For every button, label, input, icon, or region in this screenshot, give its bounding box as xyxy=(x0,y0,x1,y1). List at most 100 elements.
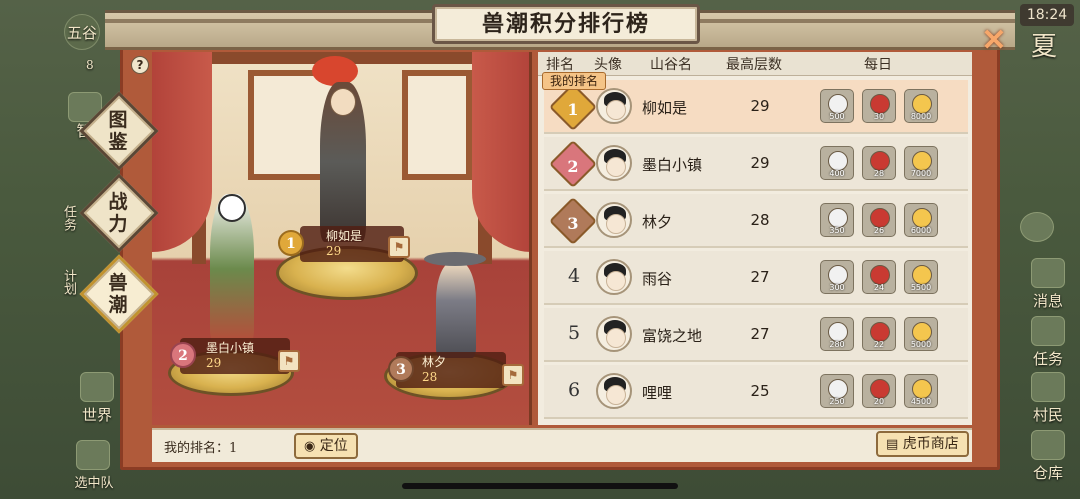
silver-coin-icon[interactable]: 400 xyxy=(820,146,854,180)
gold-coin-icon[interactable]: 6000 xyxy=(904,203,938,237)
table-row[interactable]: 4 雨谷 27 300 24 5500 xyxy=(544,251,968,305)
flower-button[interactable] xyxy=(1016,208,1056,248)
reward-amount: 500 xyxy=(829,112,845,121)
header-avatar: 头像 xyxy=(594,57,622,73)
podium-name: 墨白小镇 xyxy=(206,341,255,355)
question-icon[interactable]: ? xyxy=(131,56,149,74)
red-seal-icon[interactable]: 30 xyxy=(862,89,896,123)
valley-name: 林夕 xyxy=(642,213,673,231)
gold-coin-icon[interactable]: 5000 xyxy=(904,317,938,351)
silver-coin-icon[interactable]: 250 xyxy=(820,374,854,408)
table-row[interactable]: 1 柳如是 29 500 30 8000 xyxy=(544,80,968,134)
reward-amount: 250 xyxy=(829,397,845,406)
gold-coin-icon[interactable]: 8000 xyxy=(904,89,938,123)
world-side-button-villager[interactable]: 村民 xyxy=(1026,372,1070,428)
rank-number: 3 xyxy=(567,213,579,233)
world-side-button-world[interactable]: 世界 xyxy=(72,372,122,424)
reward-amount: 280 xyxy=(829,340,845,349)
tab-label: 战力 xyxy=(108,191,128,235)
tab-catalog[interactable]: 图鉴 xyxy=(88,109,148,153)
avatar[interactable] xyxy=(596,145,632,181)
reward-amount: 22 xyxy=(873,340,885,349)
gold-coin-icon[interactable]: 4500 xyxy=(904,374,938,408)
rank-number: 2 xyxy=(567,156,579,176)
reward-amount: 4500 xyxy=(910,397,932,406)
table-row[interactable]: 6 哩哩 25 250 20 4500 xyxy=(544,365,968,419)
season-label: 夏 xyxy=(1030,32,1057,62)
bell-icon xyxy=(1031,258,1065,288)
avatar[interactable] xyxy=(596,316,632,352)
flag-icon[interactable]: ⚑ xyxy=(502,364,524,386)
world-side-button-task-right[interactable]: 任务 xyxy=(1026,316,1070,372)
avatar[interactable] xyxy=(596,202,632,238)
podium-scene: 柳如是 29 1 ⚑ 墨白小镇 29 2 ⚑ 林夕 28 3 ⚑ xyxy=(152,52,532,425)
bottom-bar xyxy=(152,428,972,462)
world-side-button-plan[interactable]: 计划 xyxy=(48,262,78,302)
podium-name: 柳如是 xyxy=(326,229,363,243)
world-side-label: 村民 xyxy=(1032,406,1063,424)
rank-medal-icon: 2 xyxy=(548,139,598,189)
max-floor: 25 xyxy=(750,382,770,400)
locate-button[interactable]: ◉ 定位 xyxy=(294,433,358,459)
season-indicator[interactable]: 夏 xyxy=(1022,26,1066,66)
world-side-button-task[interactable]: 任务 xyxy=(48,198,78,238)
tab-beast-tide[interactable]: 兽潮 xyxy=(88,272,148,316)
task-book-icon xyxy=(1031,316,1065,346)
world-side-label: 五谷 xyxy=(66,24,97,42)
flag-icon[interactable]: ⚑ xyxy=(388,236,410,258)
max-floor: 29 xyxy=(750,154,770,172)
red-seal-icon[interactable]: 26 xyxy=(862,203,896,237)
rank-number: 4 xyxy=(567,265,581,287)
red-seal-icon[interactable]: 24 xyxy=(862,260,896,294)
location-pin-icon: ◉ xyxy=(304,439,316,454)
tab-power[interactable]: 战力 xyxy=(88,191,148,235)
home-indicator[interactable] xyxy=(402,483,678,489)
rank-number: 5 xyxy=(567,322,581,344)
avatar[interactable] xyxy=(596,88,632,124)
max-floor: 27 xyxy=(750,268,770,286)
world-side-button-team[interactable]: 选中队 xyxy=(66,440,122,491)
scene-window xyxy=(402,70,472,180)
team-icon xyxy=(76,440,110,470)
table-row[interactable]: 3 林夕 28 350 26 6000 xyxy=(544,194,968,248)
silver-coin-icon[interactable]: 350 xyxy=(820,203,854,237)
table-row[interactable]: 2 墨白小镇 29 400 28 7000 xyxy=(544,137,968,191)
world-side-button-grain[interactable]: 五谷 8 xyxy=(62,14,102,74)
avatar[interactable] xyxy=(596,259,632,295)
character-third[interactable] xyxy=(436,262,476,358)
reward-amount: 24 xyxy=(873,283,885,292)
silver-coin-icon[interactable]: 300 xyxy=(820,260,854,294)
world-side-button-message[interactable]: 消息 xyxy=(1026,258,1070,314)
gold-coin-icon[interactable]: 5500 xyxy=(904,260,938,294)
reward-amount: 6000 xyxy=(910,226,932,235)
world-side-label: 选中队 xyxy=(74,476,114,491)
world-side-button-warehouse[interactable]: 仓库 xyxy=(1026,430,1070,486)
valley-name: 柳如是 xyxy=(642,99,688,117)
podium-score: 29 xyxy=(326,244,342,258)
header-valley-name: 山谷名 xyxy=(650,57,692,73)
rank-number: 1 xyxy=(567,99,579,119)
valley-name: 哩哩 xyxy=(642,384,673,402)
red-seal-icon[interactable]: 22 xyxy=(862,317,896,351)
reward-amount: 400 xyxy=(829,169,845,178)
reward-amount: 7000 xyxy=(910,169,932,178)
avatar[interactable] xyxy=(596,373,632,409)
reward-amount: 8000 xyxy=(910,112,932,121)
red-seal-icon[interactable]: 20 xyxy=(862,374,896,408)
panda-hat-icon xyxy=(218,194,246,222)
reward-amount: 30 xyxy=(873,112,885,121)
table-row[interactable]: 5 富饶之地 27 280 22 5000 xyxy=(544,308,968,362)
silver-coin-icon[interactable]: 500 xyxy=(820,89,854,123)
status-clock: 18:24 xyxy=(1020,4,1074,26)
red-seal-icon[interactable]: 28 xyxy=(862,146,896,180)
flag-icon[interactable]: ⚑ xyxy=(278,350,300,372)
tiger-coin-shop-button[interactable]: ▤ 虎币商店 xyxy=(876,431,969,457)
close-x-icon[interactable]: ✕ xyxy=(980,26,1008,56)
gold-coin-icon[interactable]: 7000 xyxy=(904,146,938,180)
silver-coin-icon[interactable]: 280 xyxy=(820,317,854,351)
world-side-label: 仓库 xyxy=(1032,464,1063,482)
flower-icon xyxy=(1020,212,1054,242)
page-title: 兽潮积分排行榜 xyxy=(432,4,700,44)
shop-label: 虎币商店 xyxy=(902,436,959,452)
podium-name: 林夕 xyxy=(422,355,447,369)
